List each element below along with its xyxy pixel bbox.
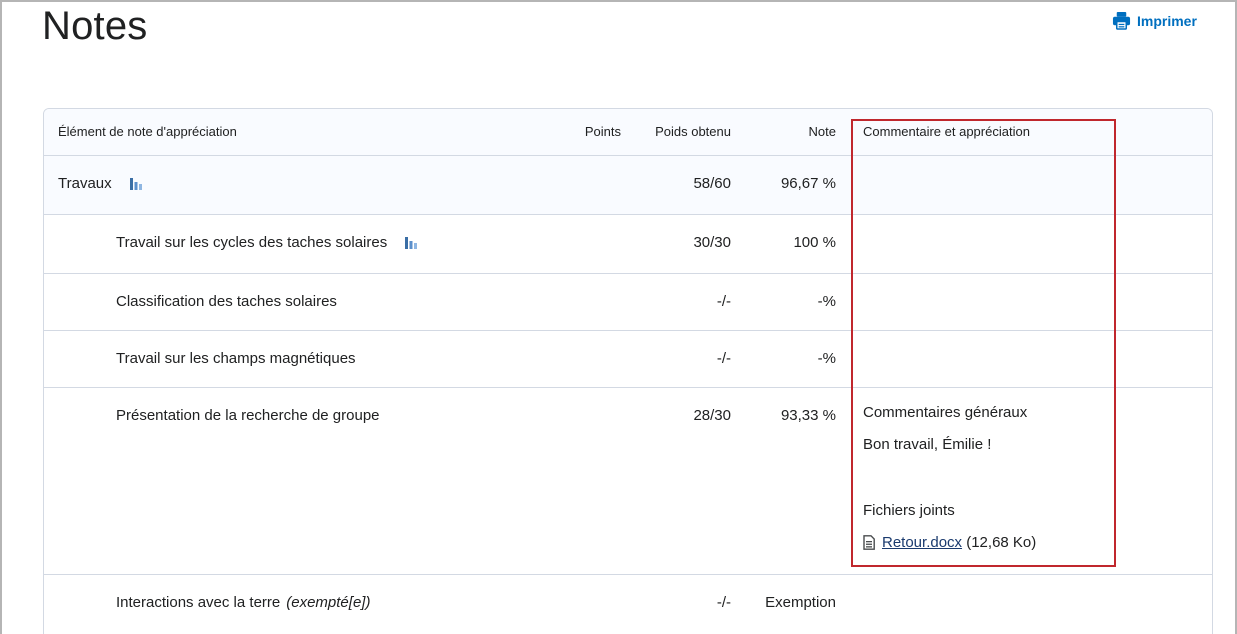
document-icon xyxy=(863,535,875,550)
print-button[interactable]: Imprimer xyxy=(1112,11,1197,30)
table-row: Travail sur les cycles des taches solair… xyxy=(44,215,1212,274)
row-grade: 100 % xyxy=(793,234,836,251)
row-item-label: Présentation de la recherche de groupe xyxy=(116,407,380,424)
general-comments-label: Commentaires généraux xyxy=(863,404,1028,421)
table-row-category: Travaux 58/60 96,67 % xyxy=(44,156,1212,215)
row-grade: 93,33 % xyxy=(780,407,836,424)
row-grade: Exemption xyxy=(765,594,836,611)
row-grade: 96,67 % xyxy=(780,175,836,192)
row-weight: -/- xyxy=(716,293,731,310)
row-item-label: Interactions avec la terre xyxy=(116,594,281,611)
attachment-item: Retour.docx (12,68 Ko) xyxy=(863,534,1036,551)
exempt-tag: (exempté[e]) xyxy=(286,594,371,611)
row-weight: 58/60 xyxy=(693,175,731,192)
table-row: Présentation de la recherche de groupe 2… xyxy=(44,388,1212,575)
attachment-size: (12,68 Ko) xyxy=(966,534,1037,551)
column-header-comments: Commentaire et appréciation xyxy=(863,124,1030,139)
row-item-name: Interactions avec la terre (exempté[e]) xyxy=(116,594,370,611)
row-item-name: Travail sur les cycles des taches solair… xyxy=(116,234,418,251)
attachment-link[interactable]: Retour.docx xyxy=(882,534,962,551)
row-item-label: Travail sur les cycles des taches solair… xyxy=(116,234,388,251)
column-header-points: Points xyxy=(584,124,621,139)
row-weight: -/- xyxy=(716,350,731,367)
column-header-item: Élément de note d'appréciation xyxy=(58,124,237,139)
statistics-icon[interactable] xyxy=(129,178,142,190)
table-row: Classification des taches solaires -/- -… xyxy=(44,274,1212,331)
table-row: Interactions avec la terre (exempté[e]) -… xyxy=(44,575,1212,634)
page-title: Notes xyxy=(42,4,148,48)
column-header-grade: Note xyxy=(808,124,836,139)
row-weight: 28/30 xyxy=(693,407,731,424)
column-header-weight: Poids obtenu xyxy=(655,124,731,139)
row-weight: -/- xyxy=(716,594,731,611)
row-item-label: Classification des taches solaires xyxy=(116,293,337,310)
row-item-label: Travaux xyxy=(58,175,112,192)
row-grade: -% xyxy=(817,350,836,367)
print-label: Imprimer xyxy=(1137,12,1197,29)
attachments-label: Fichiers joints xyxy=(863,502,955,519)
row-grade: -% xyxy=(817,293,836,310)
table-header: Élément de note d'appréciation Points Po… xyxy=(44,109,1212,156)
row-item-name: Travaux xyxy=(58,175,142,192)
row-item-label: Travail sur les champs magnétiques xyxy=(116,350,356,367)
statistics-icon[interactable] xyxy=(405,237,418,249)
table-row: Travail sur les champs magnétiques -/- -… xyxy=(44,331,1212,388)
general-comments-text: Bon travail, Émilie ! xyxy=(863,436,992,453)
row-weight: 30/30 xyxy=(693,234,731,251)
printer-icon xyxy=(1112,11,1131,30)
grades-table: Élément de note d'appréciation Points Po… xyxy=(43,108,1213,634)
